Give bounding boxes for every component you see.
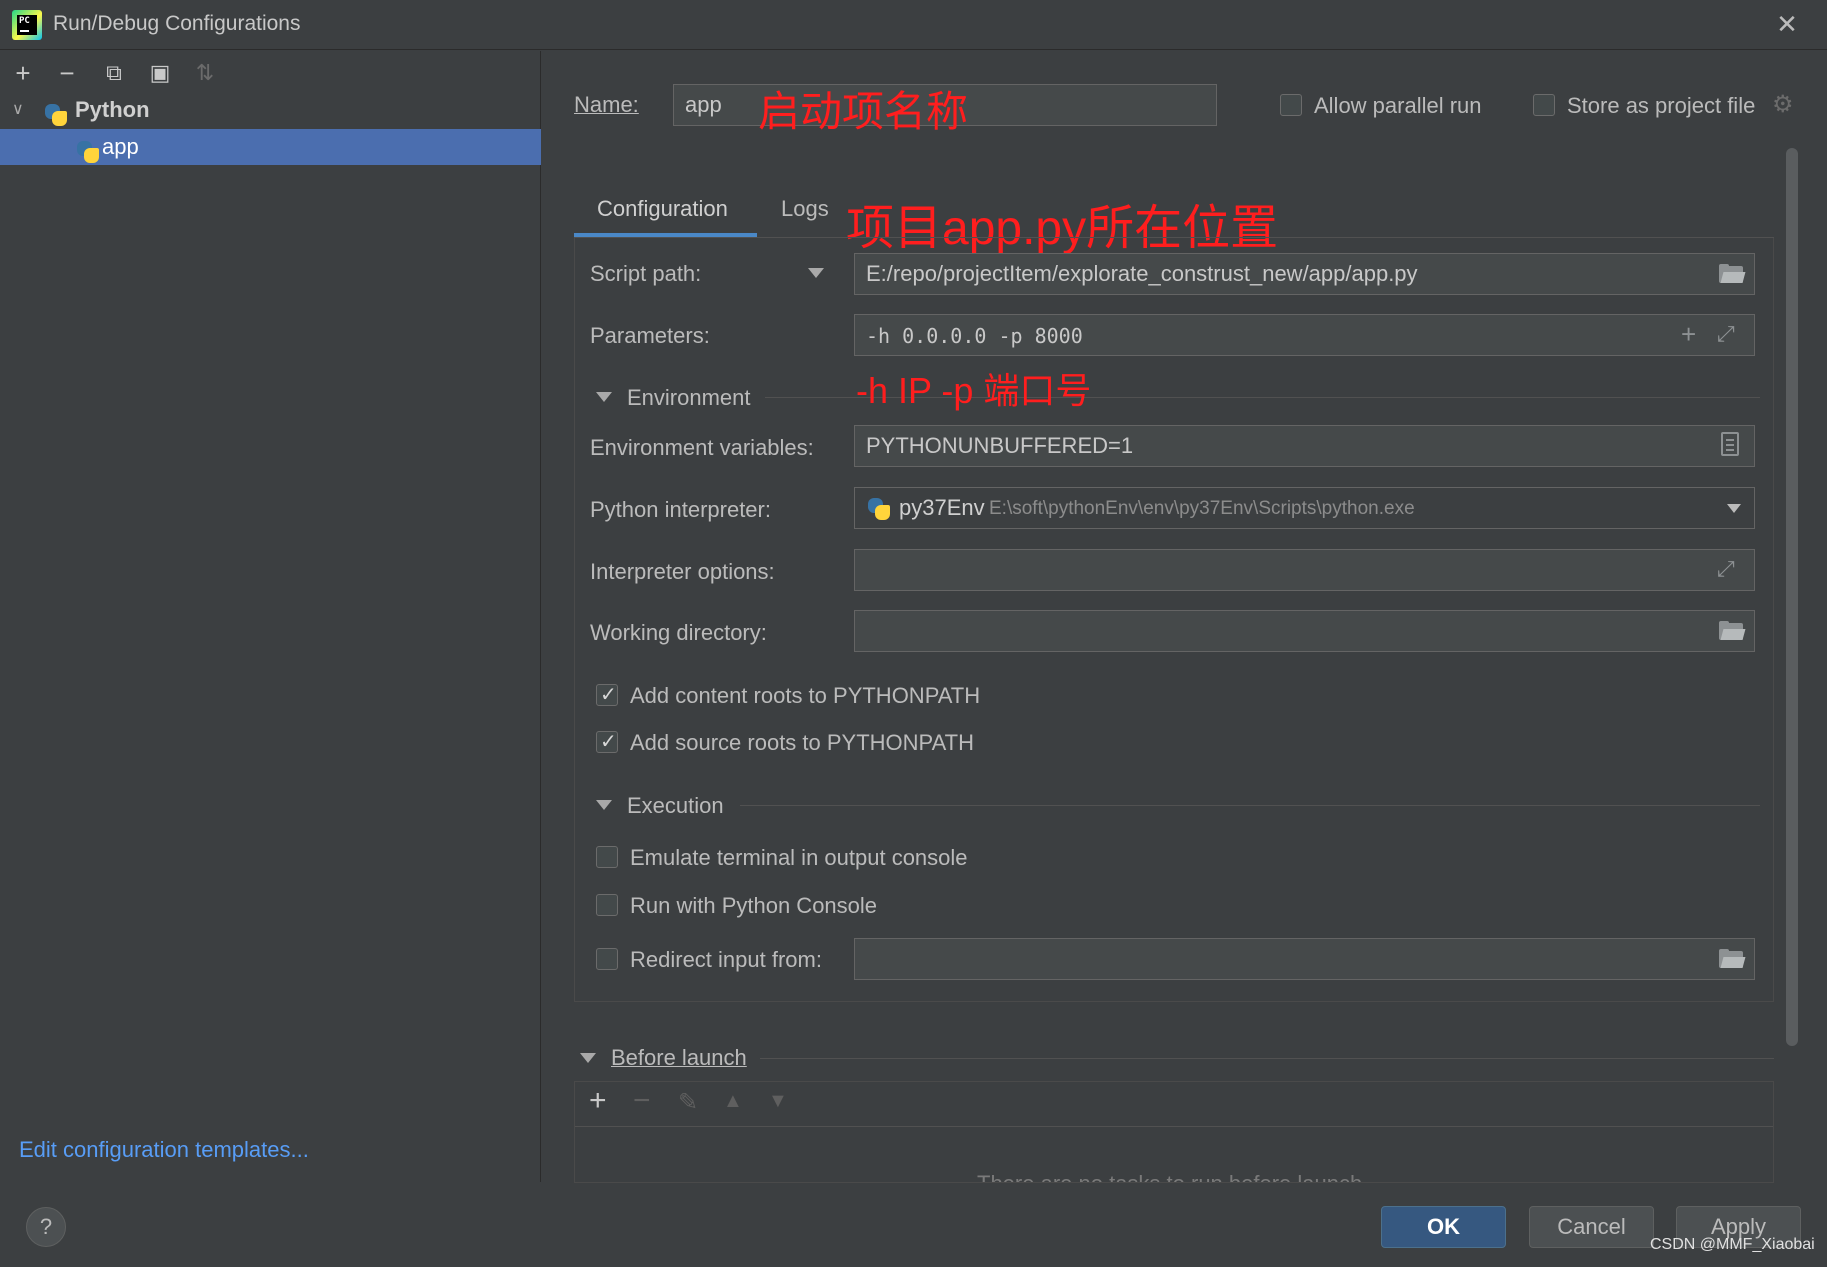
emulate-terminal-label: Emulate terminal in output console	[630, 845, 968, 870]
emulate-terminal-checkbox[interactable]	[596, 846, 618, 868]
panel-top-line	[574, 237, 1774, 238]
environment-collapse-icon[interactable]	[596, 392, 612, 402]
parameters-value: -h 0.0.0.0 -p 8000	[866, 324, 1083, 348]
script-path-mode-dropdown-icon[interactable]	[808, 268, 824, 278]
before-launch-collapse-icon[interactable]	[580, 1053, 596, 1063]
sort-icon[interactable]: ⇅	[190, 58, 220, 88]
close-icon[interactable]: ✕	[1772, 9, 1802, 39]
config-tree-panel: + − ⧉ ▣ ⇅ ∨ Python app Edit configuratio…	[0, 51, 541, 1182]
watermark: CSDN @MMF_Xiaobai	[1650, 1236, 1815, 1253]
tree-group-python[interactable]: ∨ Python	[0, 92, 541, 128]
env-vars-label: Environment variables:	[590, 435, 814, 460]
execution-section-label: Execution	[627, 793, 724, 818]
tree-group-label: Python	[75, 97, 150, 122]
script-path-input[interactable]: E:/repo/projectItem/explorate_construst_…	[854, 253, 1755, 295]
working-dir-input[interactable]	[854, 610, 1755, 652]
environment-section-label: Environment	[627, 385, 751, 410]
remove-task-icon[interactable]: −	[633, 1084, 651, 1118]
before-launch-divider	[760, 1058, 1774, 1059]
run-console-checkbox[interactable]	[596, 894, 618, 916]
allow-parallel-label: Allow parallel run	[1314, 93, 1482, 118]
add-macro-icon[interactable]: +	[1681, 319, 1696, 350]
expand-icon[interactable]: ⤢	[1717, 321, 1735, 347]
env-vars-input[interactable]: PYTHONUNBUFFERED=1	[854, 425, 1755, 467]
tree-item-label: app	[102, 134, 139, 159]
interpreter-label: Python interpreter:	[590, 497, 771, 522]
add-content-roots-checkbox[interactable]	[596, 682, 618, 707]
run-console-label: Run with Python Console	[630, 893, 878, 918]
scrollbar[interactable]	[1786, 148, 1798, 1046]
add-source-roots-checkbox[interactable]	[596, 729, 618, 754]
add-task-icon[interactable]: +	[589, 1084, 607, 1118]
move-up-icon[interactable]: ▲	[723, 1090, 743, 1113]
pycharm-logo-icon: PC	[12, 10, 42, 40]
store-project-checkbox[interactable]	[1533, 94, 1555, 116]
parameters-annotation: -h IP -p 端口号	[856, 370, 1092, 411]
add-source-roots-label: Add source roots to PYTHONPATH	[630, 730, 974, 755]
title-bar: PC Run/Debug Configurations ✕	[0, 0, 1827, 50]
edit-templates-link[interactable]: Edit configuration templates...	[19, 1137, 309, 1163]
store-project-label: Store as project file	[1567, 93, 1756, 118]
working-dir-label: Working directory:	[590, 620, 767, 645]
redirect-input-field[interactable]	[854, 938, 1755, 980]
help-button[interactable]: ?	[26, 1207, 66, 1247]
expand-icon[interactable]: ⤢	[1717, 556, 1735, 582]
add-content-roots-label: Add content roots to PYTHONPATH	[630, 683, 981, 708]
name-annotation: 启动项名称	[758, 88, 969, 135]
python-icon	[44, 103, 68, 127]
chevron-down-icon[interactable]: ∨	[12, 92, 24, 128]
window-title: Run/Debug Configurations	[53, 12, 301, 35]
edit-task-icon[interactable]: ✎	[678, 1088, 698, 1117]
no-tasks-text: There are no tasks to run before launch	[977, 1171, 1362, 1182]
env-vars-value: PYTHONUNBUFFERED=1	[866, 433, 1134, 458]
move-down-icon[interactable]: ▼	[768, 1090, 788, 1113]
script-path-value: E:/repo/projectItem/explorate_construst_…	[866, 261, 1418, 286]
execution-divider	[740, 805, 1760, 806]
before-launch-panel: + − ✎ ▲ ▼ There are no tasks to run befo…	[574, 1081, 1774, 1183]
folder-icon[interactable]	[1719, 264, 1746, 284]
name-value: app	[685, 92, 722, 117]
interpreter-select[interactable]: py37Env E:\soft\pythonEnv\env\py37Env\Sc…	[854, 487, 1755, 529]
interpreter-options-label: Interpreter options:	[590, 559, 775, 584]
remove-icon[interactable]: −	[52, 58, 82, 88]
redirect-input-label: Redirect input from:	[630, 947, 822, 972]
chevron-down-icon[interactable]	[1727, 504, 1741, 513]
before-launch-section-label: Before launch	[611, 1045, 747, 1070]
interpreter-name: py37Env	[899, 495, 985, 520]
tab-configuration[interactable]: Configuration	[597, 196, 728, 222]
allow-parallel-checkbox[interactable]	[1280, 94, 1302, 116]
execution-collapse-icon[interactable]	[596, 800, 612, 810]
python-icon	[867, 497, 891, 521]
name-label: Name:	[574, 92, 639, 117]
tree-item-app[interactable]: app	[0, 129, 541, 165]
cancel-button[interactable]: Cancel	[1529, 1206, 1654, 1248]
add-icon[interactable]: +	[8, 58, 38, 88]
script-path-label: Script path:	[590, 261, 702, 286]
interpreter-path: E:\soft\pythonEnv\env\py37Env\Scripts\py…	[989, 498, 1415, 519]
tab-logs[interactable]: Logs	[781, 196, 829, 222]
parameters-input[interactable]: -h 0.0.0.0 -p 8000 + ⤢	[854, 314, 1755, 356]
folder-icon[interactable]	[1719, 949, 1746, 969]
folder-icon[interactable]	[1719, 621, 1746, 641]
copy-icon[interactable]: ⧉	[99, 58, 129, 88]
gear-icon[interactable]: ⚙	[1772, 90, 1794, 119]
redirect-input-checkbox[interactable]	[596, 948, 618, 970]
parameters-label: Parameters:	[590, 323, 710, 348]
task-toolbar-divider	[575, 1126, 1773, 1127]
new-folder-icon[interactable]: ▣	[145, 58, 175, 88]
ok-button[interactable]: OK	[1381, 1206, 1506, 1248]
interpreter-options-input[interactable]: ⤢	[854, 549, 1755, 591]
edit-env-vars-icon[interactable]	[1721, 432, 1739, 456]
python-icon	[76, 140, 100, 164]
